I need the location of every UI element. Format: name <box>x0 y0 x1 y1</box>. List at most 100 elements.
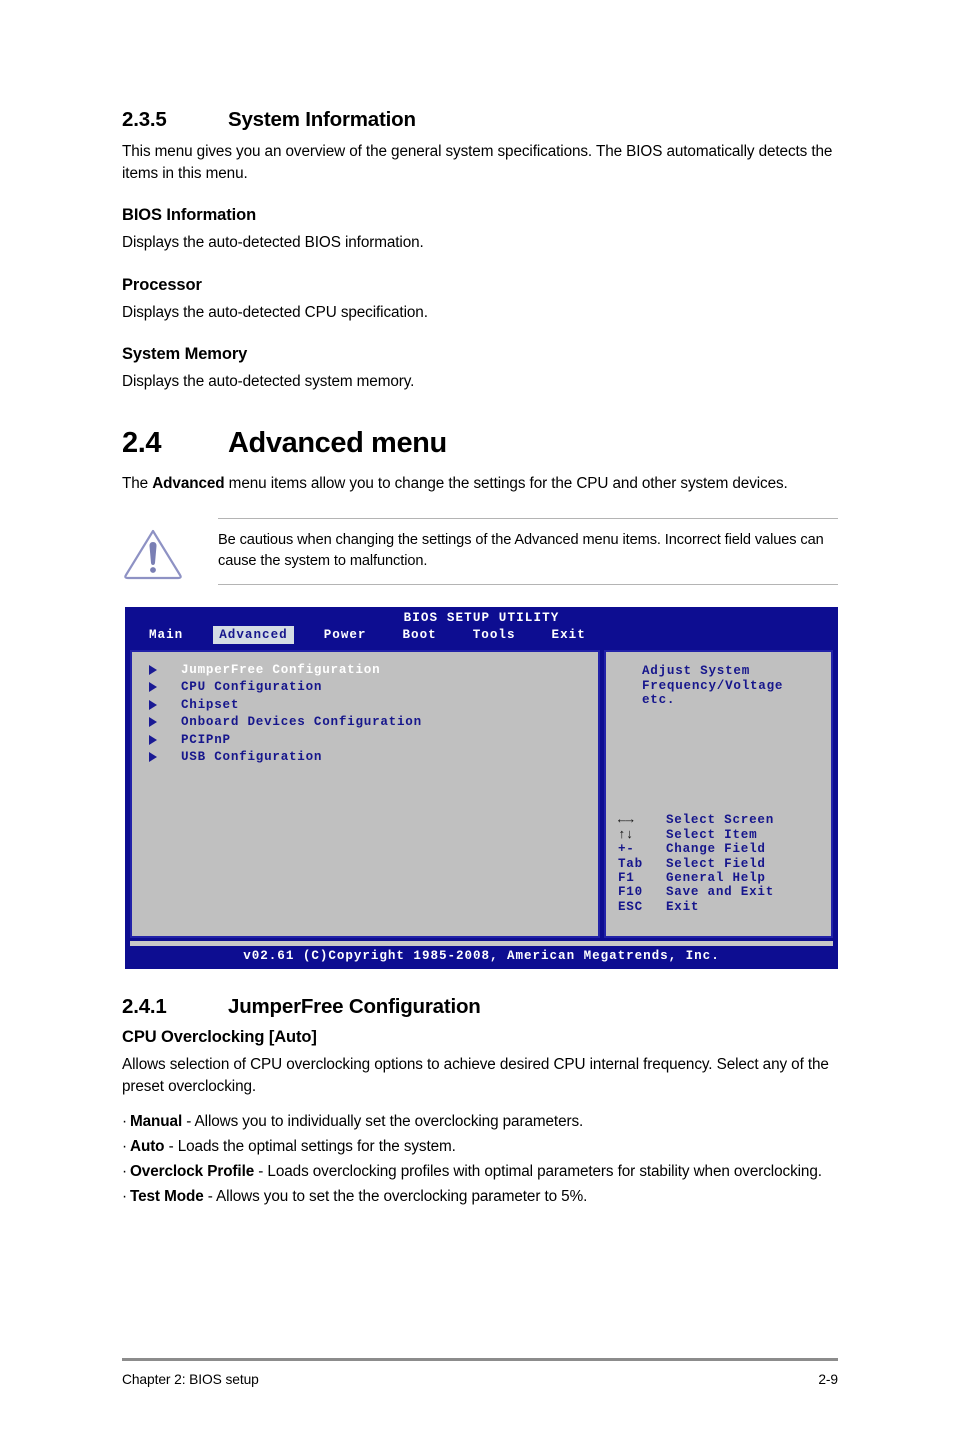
bullet-desc: - Loads the optimal settings for the sys… <box>164 1138 456 1155</box>
list-item-auto: · Auto - Loads the optimal settings for t… <box>122 1134 838 1159</box>
key-legend-action: General Help <box>666 871 766 886</box>
key-legend-key: F1 <box>618 871 635 886</box>
bios-tab-tools[interactable]: Tools <box>467 626 522 644</box>
bullet-desc: - Allows you to set the the overclocking… <box>203 1188 588 1205</box>
bios-setup-screenshot: BIOS SETUP UTILITY Main Advanced Power B… <box>125 607 838 969</box>
list-item-manual: · Manual - Allows you to individually set… <box>122 1109 838 1134</box>
key-legend-row-select-item: ↑↓ Select Item <box>618 826 831 842</box>
key-legend-action: Select Item <box>666 827 758 842</box>
heading-jumperfree-configuration: 2.4.1 JumperFree Configuration <box>122 995 838 1019</box>
bios-menu-item-chipset[interactable]: Chipset <box>132 696 598 714</box>
submenu-arrow-icon <box>149 682 157 693</box>
bios-tab-boot[interactable]: Boot <box>397 626 443 644</box>
heading-advanced-menu: 2.4 Advanced menu <box>122 427 838 460</box>
bios-menu-item-usb-configuration[interactable]: USB Configuration <box>132 749 598 767</box>
heading-number: 2.4 <box>122 426 162 459</box>
bios-key-legend: ←→ Select Screen ↑↓ Select Item +- Chang… <box>606 813 831 914</box>
bios-tab-advanced[interactable]: Advanced <box>213 626 294 644</box>
heading-cpu-overclocking: CPU Overclocking [Auto] <box>122 1028 317 1046</box>
bios-menu-item-label: CPU Configuration <box>181 680 323 695</box>
key-legend-key: ESC <box>618 899 643 914</box>
list-item-test-mode: · Test Mode - Allows you to set the the o… <box>122 1184 838 1209</box>
bullet-term: Manual <box>130 1113 183 1130</box>
bios-tab-power[interactable]: Power <box>318 626 373 644</box>
arrow-up-down-icon: ↑↓ <box>618 826 634 842</box>
key-legend-action: Change Field <box>666 842 766 857</box>
bios-menu-panel: JumperFree Configuration CPU Configurati… <box>130 650 600 938</box>
warning-note-body: Be cautious when changing the settings o… <box>218 518 838 585</box>
key-legend-row-select-screen: ←→ Select Screen <box>618 812 831 828</box>
processor-text: Displays the auto-detected CPU specifica… <box>122 303 428 321</box>
bios-help-description: Adjust System Frequency/Voltage etc. <box>606 664 831 708</box>
key-legend-key: Tab <box>618 856 643 871</box>
key-legend-row-change-field: +- Change Field <box>618 842 831 856</box>
bios-tab-main[interactable]: Main <box>143 626 189 644</box>
document-page: 2.3.5 System Information This menu gives… <box>0 0 954 1438</box>
intro-post: menu items allow you to change the setti… <box>224 474 788 492</box>
heading-processor: Processor <box>122 275 202 294</box>
heading-system-information: 2.3.5 System Information <box>122 108 838 132</box>
bullet-desc: - Allows you to individually set the ove… <box>182 1113 584 1130</box>
bios-title: BIOS SETUP UTILITY <box>403 611 560 625</box>
bios-body: JumperFree Configuration CPU Configurati… <box>125 646 838 941</box>
help-description-line: Frequency/Voltage <box>642 678 784 693</box>
bios-tab-exit[interactable]: Exit <box>546 626 592 644</box>
heading-title: Advanced menu <box>228 426 447 459</box>
bullet-term: Test Mode <box>130 1188 204 1205</box>
key-legend-row-save-and-exit: F10 Save and Exit <box>618 885 831 899</box>
warning-note-text: Be cautious when changing the settings o… <box>218 532 824 569</box>
heading-number: 2.4.1 <box>122 995 167 1018</box>
help-description-line: Adjust System <box>642 664 750 678</box>
intro-bold-term: Advanced <box>152 474 225 492</box>
key-legend-action: Select Field <box>666 856 766 871</box>
advanced-menu-intro: The Advanced menu items allow you to cha… <box>122 473 838 495</box>
warning-triangle-icon <box>122 526 184 580</box>
bios-menu-item-cpu-configuration[interactable]: CPU Configuration <box>132 679 598 697</box>
cpu-overclocking-text: Allows selection of CPU overclocking opt… <box>122 1056 829 1095</box>
bios-menu-item-label: Onboard Devices Configuration <box>181 715 422 730</box>
heading-bios-information: BIOS Information <box>122 206 257 224</box>
warning-note: Be cautious when changing the settings o… <box>122 518 838 585</box>
bullet-desc: - Loads overclocking profiles with optim… <box>254 1163 822 1180</box>
footer-chapter-label: Chapter 2: BIOS setup <box>122 1372 259 1387</box>
key-legend-row-select-field: Tab Select Field <box>618 856 831 871</box>
bullet-marker: · <box>122 1188 127 1205</box>
system-memory-text: Displays the auto-detected system memory… <box>122 373 415 390</box>
bullet-marker: · <box>122 1163 127 1180</box>
list-item-overclock-profile: · Overclock Profile - Loads overclocking … <box>122 1159 838 1184</box>
bios-menu-item-label: PCIPnP <box>181 732 231 747</box>
heading-number: 2.3.5 <box>122 108 167 131</box>
bios-menu-item-pcipnp[interactable]: PCIPnP <box>132 731 598 749</box>
bios-menu-item-label: USB Configuration <box>181 750 323 765</box>
submenu-arrow-icon <box>149 752 157 763</box>
bios-menu-item-jumperfree[interactable]: JumperFree Configuration <box>132 661 598 679</box>
submenu-arrow-icon <box>149 734 157 745</box>
bullet-term: Overclock Profile <box>130 1163 255 1180</box>
help-description-line: etc. <box>642 693 676 708</box>
page-content: 2.3.5 System Information This menu gives… <box>122 108 838 1209</box>
bios-menu-item-onboard-devices-configuration[interactable]: Onboard Devices Configuration <box>132 714 598 732</box>
bios-information-text: Displays the auto-detected BIOS informat… <box>122 234 424 251</box>
bios-footer-copyright: v02.61 (C)Copyright 1985-2008, American … <box>243 949 720 963</box>
bullet-term: Auto <box>130 1138 165 1155</box>
key-legend-action: Exit <box>666 899 700 914</box>
bullet-marker: · <box>122 1113 127 1130</box>
key-legend-key: F10 <box>618 885 643 900</box>
key-legend-action: Save and Exit <box>666 885 774 900</box>
key-legend-row-general-help: F1 General Help <box>618 871 831 885</box>
heading-title: JumperFree Configuration <box>228 995 481 1018</box>
key-legend-action: Select Screen <box>666 813 774 828</box>
intro-pre: The <box>122 474 153 492</box>
heading-title: System Information <box>228 108 416 131</box>
footer-divider <box>122 1358 838 1361</box>
bios-menu-item-label: JumperFree Configuration <box>181 662 381 677</box>
submenu-arrow-icon <box>149 699 157 710</box>
submenu-arrow-icon <box>149 717 157 728</box>
bios-help-panel: Adjust System Frequency/Voltage etc. ←→ … <box>604 650 833 938</box>
page-footer: Chapter 2: BIOS setup 2-9 <box>122 1358 838 1387</box>
submenu-arrow-icon <box>149 664 157 675</box>
bullet-marker: · <box>122 1138 127 1155</box>
heading-system-memory: System Memory <box>122 345 248 363</box>
system-information-intro: This menu gives you an overview of the g… <box>122 143 833 182</box>
arrow-left-right-icon: ←→ <box>618 812 634 828</box>
